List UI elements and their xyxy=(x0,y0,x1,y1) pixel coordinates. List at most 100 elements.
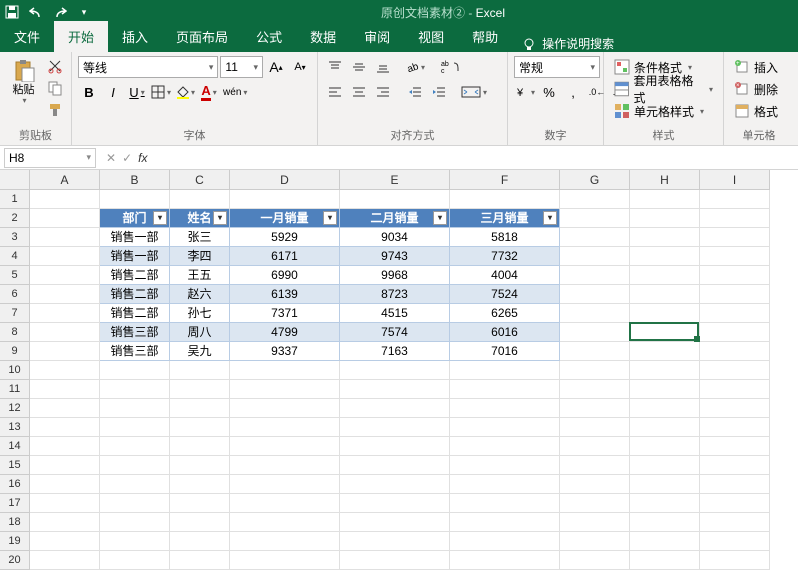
cell[interactable]: 6990 xyxy=(230,266,340,285)
spreadsheet-grid[interactable]: ABCDEFGHI 123456789101112131415161718192… xyxy=(0,170,798,582)
tab-home[interactable]: 开始 xyxy=(54,21,108,52)
cell[interactable] xyxy=(630,190,700,209)
cell[interactable] xyxy=(630,513,700,532)
tab-insert[interactable]: 插入 xyxy=(108,21,162,52)
cell[interactable] xyxy=(560,437,630,456)
row-header-2[interactable]: 2 xyxy=(0,209,30,228)
cell[interactable] xyxy=(170,437,230,456)
cell[interactable] xyxy=(630,209,700,228)
tab-view[interactable]: 视图 xyxy=(404,21,458,52)
col-header-D[interactable]: D xyxy=(230,170,340,190)
col-header-B[interactable]: B xyxy=(100,170,170,190)
cell[interactable] xyxy=(30,285,100,304)
cell[interactable] xyxy=(700,285,770,304)
cell[interactable] xyxy=(450,494,560,513)
cell[interactable] xyxy=(100,190,170,209)
row-header-19[interactable]: 19 xyxy=(0,532,30,551)
cell[interactable] xyxy=(450,437,560,456)
cell[interactable]: 吴九 xyxy=(170,342,230,361)
delete-cells-button[interactable]: × 删除 xyxy=(730,78,788,100)
cell[interactable] xyxy=(450,380,560,399)
cells-area[interactable]: 部门▾姓名▾一月销量▾二月销量▾三月销量▾销售一部张三592990345818销… xyxy=(30,190,770,570)
cell[interactable] xyxy=(450,399,560,418)
cell[interactable]: 9337 xyxy=(230,342,340,361)
cancel-formula-icon[interactable]: ✕ xyxy=(106,151,116,165)
cell[interactable] xyxy=(340,190,450,209)
cell[interactable] xyxy=(630,228,700,247)
cell[interactable] xyxy=(630,380,700,399)
cell[interactable] xyxy=(170,456,230,475)
cell[interactable] xyxy=(630,532,700,551)
cell[interactable] xyxy=(700,361,770,380)
copy-button[interactable] xyxy=(45,78,65,98)
cell[interactable]: 王五 xyxy=(170,266,230,285)
cell[interactable]: 二月销量▾ xyxy=(340,209,450,228)
cell[interactable] xyxy=(450,532,560,551)
cell[interactable]: 部门▾ xyxy=(100,209,170,228)
cell[interactable] xyxy=(700,551,770,570)
col-header-H[interactable]: H xyxy=(630,170,700,190)
cell[interactable]: 6016 xyxy=(450,323,560,342)
row-header-13[interactable]: 13 xyxy=(0,418,30,437)
cell[interactable] xyxy=(30,323,100,342)
filter-dropdown-icon[interactable]: ▾ xyxy=(543,211,557,225)
cell[interactable] xyxy=(230,399,340,418)
orientation-button[interactable]: ab▾ xyxy=(404,56,426,78)
table-format-button[interactable]: 套用表格格式▾ xyxy=(610,78,717,100)
cell[interactable] xyxy=(30,513,100,532)
cell[interactable]: 4515 xyxy=(340,304,450,323)
cell[interactable] xyxy=(230,551,340,570)
cell[interactable]: 7163 xyxy=(340,342,450,361)
cell[interactable]: 5818 xyxy=(450,228,560,247)
align-bottom-button[interactable] xyxy=(372,56,394,78)
cell[interactable] xyxy=(630,247,700,266)
row-header-9[interactable]: 9 xyxy=(0,342,30,361)
italic-button[interactable]: I xyxy=(102,81,124,103)
phonetic-button[interactable]: wén▾ xyxy=(222,81,248,103)
cell[interactable] xyxy=(560,475,630,494)
cell[interactable]: 孙七 xyxy=(170,304,230,323)
col-header-G[interactable]: G xyxy=(560,170,630,190)
format-painter-button[interactable] xyxy=(45,100,65,120)
cell[interactable] xyxy=(340,513,450,532)
cell[interactable] xyxy=(560,190,630,209)
formula-input[interactable] xyxy=(153,148,798,168)
cell[interactable]: 姓名▾ xyxy=(170,209,230,228)
cell[interactable]: 三月销量▾ xyxy=(450,209,560,228)
cell[interactable] xyxy=(340,380,450,399)
cell[interactable] xyxy=(100,361,170,380)
cell[interactable] xyxy=(100,380,170,399)
align-top-button[interactable] xyxy=(324,56,346,78)
cell[interactable] xyxy=(230,456,340,475)
cell[interactable] xyxy=(630,323,700,342)
cell[interactable] xyxy=(560,342,630,361)
cell[interactable] xyxy=(340,456,450,475)
cell[interactable]: 6171 xyxy=(230,247,340,266)
cell[interactable]: 赵六 xyxy=(170,285,230,304)
cell[interactable] xyxy=(170,361,230,380)
cell[interactable] xyxy=(230,494,340,513)
cell[interactable] xyxy=(560,304,630,323)
cell[interactable] xyxy=(560,380,630,399)
font-size-combo[interactable]: 11▾ xyxy=(220,56,263,78)
cell[interactable]: 销售一部 xyxy=(100,228,170,247)
cell[interactable] xyxy=(700,266,770,285)
cell[interactable] xyxy=(700,304,770,323)
cell[interactable] xyxy=(30,456,100,475)
cell[interactable] xyxy=(700,513,770,532)
cell[interactable]: 6265 xyxy=(450,304,560,323)
cell[interactable] xyxy=(340,418,450,437)
row-header-5[interactable]: 5 xyxy=(0,266,30,285)
cell[interactable]: 9743 xyxy=(340,247,450,266)
cell[interactable] xyxy=(30,228,100,247)
cell[interactable] xyxy=(170,418,230,437)
tab-file[interactable]: 文件 xyxy=(0,21,54,52)
cell[interactable] xyxy=(100,513,170,532)
wrap-text-button[interactable]: abc xyxy=(436,56,464,78)
cell[interactable] xyxy=(30,190,100,209)
cell[interactable] xyxy=(230,437,340,456)
name-box[interactable]: H8▾ xyxy=(4,148,96,168)
cell[interactable] xyxy=(230,361,340,380)
align-right-button[interactable] xyxy=(372,81,394,103)
cell[interactable] xyxy=(560,323,630,342)
